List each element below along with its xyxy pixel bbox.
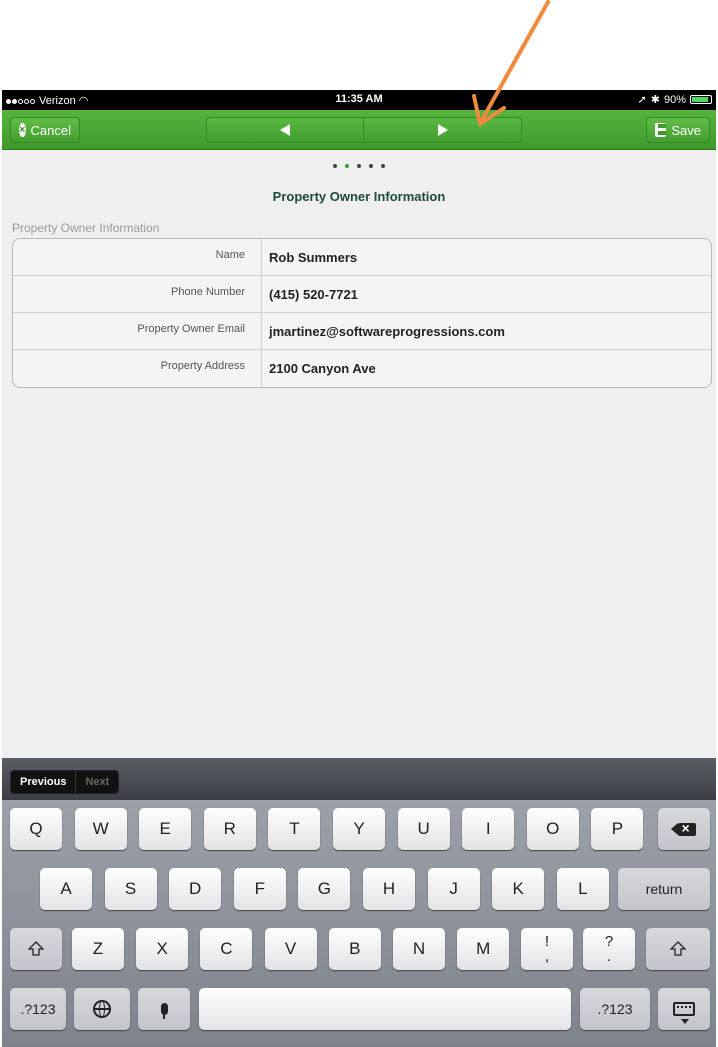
bluetooth-icon: ✱	[650, 94, 660, 106]
key-v[interactable]: V	[264, 928, 317, 970]
question-period-key[interactable]: ? .	[583, 928, 635, 970]
key-q[interactable]: Q	[10, 808, 62, 850]
section-header: Property Owner Information	[12, 221, 160, 235]
prev-next-control: Previous Next	[10, 770, 120, 794]
globe-key[interactable]	[74, 988, 130, 1030]
hide-keyboard-key[interactable]	[658, 988, 710, 1030]
previous-field-button[interactable]: Previous	[11, 771, 76, 793]
field-label: Property Address	[13, 350, 262, 387]
key-t[interactable]: T	[268, 808, 321, 850]
numbers-key-right[interactable]: .?123	[580, 988, 650, 1030]
key-y[interactable]: Y	[333, 808, 385, 850]
key-w[interactable]: W	[74, 808, 127, 850]
key-g[interactable]: G	[298, 868, 351, 910]
question-label: ?	[604, 933, 614, 950]
space-key[interactable]	[199, 988, 571, 1030]
form-table: Name Rob Summers Phone Number (415) 520-…	[12, 238, 712, 388]
key-n[interactable]: N	[393, 928, 445, 970]
backspace-icon	[670, 820, 696, 836]
numbers-key[interactable]: .?123	[10, 988, 66, 1030]
key-f[interactable]: F	[233, 868, 286, 910]
hide-keyboard-icon	[673, 1002, 695, 1024]
exclamation-comma-key[interactable]: ! ,	[521, 928, 573, 970]
save-button[interactable]: Save	[646, 117, 710, 143]
field-label: Name	[13, 239, 262, 275]
key-u[interactable]: U	[397, 808, 450, 850]
navigation-bar: × Cancel Save	[2, 110, 716, 150]
save-label: Save	[671, 122, 701, 138]
key-c[interactable]: C	[200, 928, 253, 970]
next-field-button[interactable]: Next	[75, 771, 119, 793]
arrow-right-icon	[437, 124, 448, 136]
exclamation-label: !	[544, 933, 550, 950]
form-row-address[interactable]: Property Address 2100 Canyon Ave	[13, 350, 711, 387]
key-z[interactable]: Z	[72, 928, 124, 970]
page-title: Property Owner Information	[272, 189, 446, 204]
address-field[interactable]: 2100 Canyon Ave	[262, 350, 711, 387]
key-r[interactable]: R	[203, 808, 256, 850]
shift-left-key[interactable]	[10, 928, 62, 970]
screen: Verizon ◠ 11:35 AM ➚ ✱ 90% × Cancel Save	[0, 0, 718, 1047]
key-o[interactable]: O	[526, 808, 579, 850]
status-bar: Verizon ◠ 11:35 AM ➚ ✱ 90%	[2, 90, 716, 110]
shift-right-key[interactable]	[646, 928, 710, 970]
shift-icon	[670, 941, 686, 956]
status-right: ➚ ✱ 90%	[638, 93, 712, 106]
backspace-key[interactable]	[658, 808, 710, 850]
key-j[interactable]: J	[427, 868, 480, 910]
previous-page-button[interactable]	[206, 117, 364, 143]
field-label: Phone Number	[13, 276, 262, 312]
email-field[interactable]: jmartinez@softwareprogressions.com	[262, 313, 711, 349]
form-row-phone[interactable]: Phone Number (415) 520-7721	[13, 276, 711, 313]
keyboard: return ! , ? . .?123 .?123 QWERTYUIOP ASD…	[2, 800, 716, 1047]
key-b[interactable]: B	[328, 928, 381, 970]
key-x[interactable]: X	[136, 928, 189, 970]
cancel-icon: ×	[19, 123, 26, 137]
name-field[interactable]: Rob Summers	[262, 239, 711, 275]
next-page-button[interactable]	[364, 117, 522, 143]
return-key[interactable]: return	[618, 868, 710, 910]
save-icon	[655, 123, 667, 137]
cancel-label: Cancel	[30, 122, 71, 138]
page-dot	[381, 164, 385, 168]
location-icon: ➚	[637, 94, 647, 106]
key-s[interactable]: S	[104, 868, 157, 910]
key-i[interactable]: I	[462, 808, 515, 850]
keyboard-accessory-bar: Previous Next	[2, 758, 716, 800]
comma-label: ,	[544, 948, 550, 965]
cancel-button[interactable]: × Cancel	[10, 117, 80, 143]
battery-percent: 90%	[663, 93, 686, 106]
page-dot	[369, 164, 373, 168]
key-l[interactable]: L	[556, 868, 609, 910]
globe-icon	[93, 1000, 111, 1018]
dictation-key[interactable]	[138, 988, 190, 1030]
microphone-icon	[160, 1003, 168, 1019]
battery-icon	[690, 95, 712, 104]
phone-field[interactable]: (415) 520-7721	[262, 276, 711, 312]
status-time: 11:35 AM	[335, 93, 383, 105]
period-label: .	[606, 948, 612, 965]
key-d[interactable]: D	[169, 868, 222, 910]
form-content: Property Owner Information Property Owne…	[2, 150, 716, 758]
key-h[interactable]: H	[363, 868, 415, 910]
key-k[interactable]: K	[492, 868, 545, 910]
arrow-left-icon	[280, 124, 290, 136]
key-e[interactable]: E	[139, 808, 192, 850]
page-dot	[345, 164, 349, 168]
page-dot	[333, 164, 337, 168]
shift-icon	[28, 941, 44, 956]
form-row-email[interactable]: Property Owner Email jmartinez@softwarep…	[13, 313, 711, 350]
form-row-name[interactable]: Name Rob Summers	[13, 239, 711, 276]
key-p[interactable]: P	[591, 808, 644, 850]
key-a[interactable]: A	[40, 868, 92, 910]
page-dot	[357, 164, 361, 168]
page-indicator	[2, 164, 716, 168]
field-label: Property Owner Email	[13, 313, 262, 349]
key-m[interactable]: M	[457, 928, 510, 970]
